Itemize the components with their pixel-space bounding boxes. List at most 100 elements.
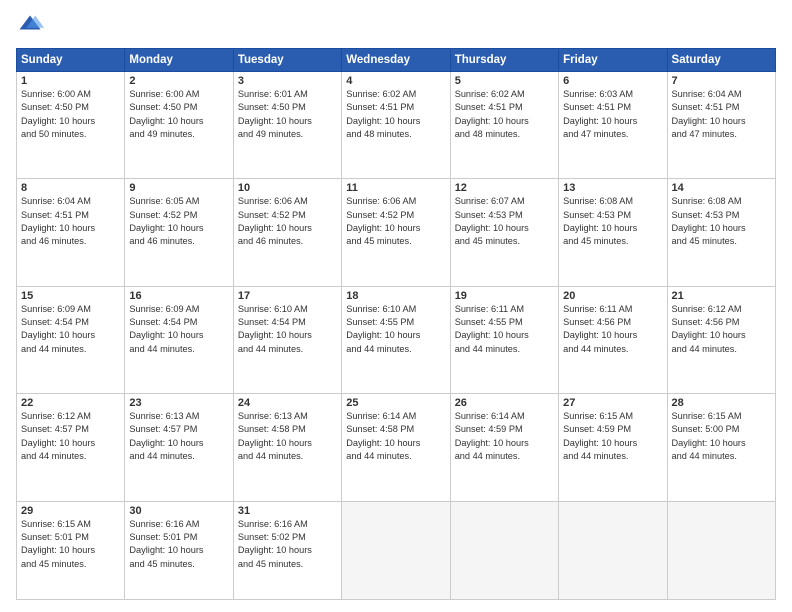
- day-number: 12: [455, 182, 554, 194]
- col-header-thursday: Thursday: [450, 49, 558, 72]
- day-detail: Sunrise: 6:13 AMSunset: 4:57 PMDaylight:…: [129, 410, 228, 463]
- day-cell: 28Sunrise: 6:15 AMSunset: 5:00 PMDayligh…: [667, 394, 775, 501]
- day-number: 13: [563, 182, 662, 194]
- day-detail: Sunrise: 6:07 AMSunset: 4:53 PMDaylight:…: [455, 195, 554, 248]
- day-cell: 12Sunrise: 6:07 AMSunset: 4:53 PMDayligh…: [450, 179, 558, 286]
- day-number: 18: [346, 290, 445, 302]
- day-cell: 27Sunrise: 6:15 AMSunset: 4:59 PMDayligh…: [559, 394, 667, 501]
- week-row-5: 29Sunrise: 6:15 AMSunset: 5:01 PMDayligh…: [17, 501, 776, 600]
- day-number: 17: [238, 290, 337, 302]
- day-number: 16: [129, 290, 228, 302]
- day-detail: Sunrise: 6:00 AMSunset: 4:50 PMDaylight:…: [21, 88, 120, 141]
- day-number: 19: [455, 290, 554, 302]
- day-number: 21: [672, 290, 771, 302]
- day-detail: Sunrise: 6:02 AMSunset: 4:51 PMDaylight:…: [455, 88, 554, 141]
- day-number: 26: [455, 397, 554, 409]
- calendar-table: SundayMondayTuesdayWednesdayThursdayFrid…: [16, 48, 776, 600]
- day-number: 8: [21, 182, 120, 194]
- day-number: 9: [129, 182, 228, 194]
- logo-icon: [16, 12, 44, 40]
- day-number: 1: [21, 75, 120, 87]
- day-detail: Sunrise: 6:14 AMSunset: 4:59 PMDaylight:…: [455, 410, 554, 463]
- day-detail: Sunrise: 6:09 AMSunset: 4:54 PMDaylight:…: [21, 303, 120, 356]
- col-header-monday: Monday: [125, 49, 233, 72]
- day-detail: Sunrise: 6:16 AMSunset: 5:01 PMDaylight:…: [129, 518, 228, 571]
- day-detail: Sunrise: 6:15 AMSunset: 5:01 PMDaylight:…: [21, 518, 120, 571]
- day-number: 22: [21, 397, 120, 409]
- day-detail: Sunrise: 6:12 AMSunset: 4:56 PMDaylight:…: [672, 303, 771, 356]
- day-cell: 7Sunrise: 6:04 AMSunset: 4:51 PMDaylight…: [667, 72, 775, 179]
- day-number: 27: [563, 397, 662, 409]
- day-cell: 4Sunrise: 6:02 AMSunset: 4:51 PMDaylight…: [342, 72, 450, 179]
- col-header-wednesday: Wednesday: [342, 49, 450, 72]
- day-number: 11: [346, 182, 445, 194]
- col-header-friday: Friday: [559, 49, 667, 72]
- day-cell: 29Sunrise: 6:15 AMSunset: 5:01 PMDayligh…: [17, 501, 125, 600]
- day-cell: 3Sunrise: 6:01 AMSunset: 4:50 PMDaylight…: [233, 72, 341, 179]
- day-detail: Sunrise: 6:00 AMSunset: 4:50 PMDaylight:…: [129, 88, 228, 141]
- day-detail: Sunrise: 6:13 AMSunset: 4:58 PMDaylight:…: [238, 410, 337, 463]
- day-cell: 16Sunrise: 6:09 AMSunset: 4:54 PMDayligh…: [125, 286, 233, 393]
- day-cell: 9Sunrise: 6:05 AMSunset: 4:52 PMDaylight…: [125, 179, 233, 286]
- day-number: 5: [455, 75, 554, 87]
- day-detail: Sunrise: 6:10 AMSunset: 4:55 PMDaylight:…: [346, 303, 445, 356]
- week-row-2: 8Sunrise: 6:04 AMSunset: 4:51 PMDaylight…: [17, 179, 776, 286]
- day-detail: Sunrise: 6:12 AMSunset: 4:57 PMDaylight:…: [21, 410, 120, 463]
- col-header-sunday: Sunday: [17, 49, 125, 72]
- day-number: 20: [563, 290, 662, 302]
- day-number: 28: [672, 397, 771, 409]
- day-cell: 5Sunrise: 6:02 AMSunset: 4:51 PMDaylight…: [450, 72, 558, 179]
- col-header-tuesday: Tuesday: [233, 49, 341, 72]
- day-cell: [342, 501, 450, 600]
- day-detail: Sunrise: 6:08 AMSunset: 4:53 PMDaylight:…: [563, 195, 662, 248]
- day-detail: Sunrise: 6:06 AMSunset: 4:52 PMDaylight:…: [238, 195, 337, 248]
- day-cell: 17Sunrise: 6:10 AMSunset: 4:54 PMDayligh…: [233, 286, 341, 393]
- week-row-1: 1Sunrise: 6:00 AMSunset: 4:50 PMDaylight…: [17, 72, 776, 179]
- day-cell: 22Sunrise: 6:12 AMSunset: 4:57 PMDayligh…: [17, 394, 125, 501]
- day-cell: 20Sunrise: 6:11 AMSunset: 4:56 PMDayligh…: [559, 286, 667, 393]
- day-cell: [559, 501, 667, 600]
- day-cell: 25Sunrise: 6:14 AMSunset: 4:58 PMDayligh…: [342, 394, 450, 501]
- day-cell: 2Sunrise: 6:00 AMSunset: 4:50 PMDaylight…: [125, 72, 233, 179]
- day-detail: Sunrise: 6:11 AMSunset: 4:56 PMDaylight:…: [563, 303, 662, 356]
- day-cell: 14Sunrise: 6:08 AMSunset: 4:53 PMDayligh…: [667, 179, 775, 286]
- day-cell: 23Sunrise: 6:13 AMSunset: 4:57 PMDayligh…: [125, 394, 233, 501]
- day-detail: Sunrise: 6:16 AMSunset: 5:02 PMDaylight:…: [238, 518, 337, 571]
- day-number: 15: [21, 290, 120, 302]
- header: [16, 12, 776, 40]
- day-cell: 8Sunrise: 6:04 AMSunset: 4:51 PMDaylight…: [17, 179, 125, 286]
- week-row-4: 22Sunrise: 6:12 AMSunset: 4:57 PMDayligh…: [17, 394, 776, 501]
- day-number: 7: [672, 75, 771, 87]
- day-number: 10: [238, 182, 337, 194]
- day-detail: Sunrise: 6:11 AMSunset: 4:55 PMDaylight:…: [455, 303, 554, 356]
- day-cell: 10Sunrise: 6:06 AMSunset: 4:52 PMDayligh…: [233, 179, 341, 286]
- day-number: 23: [129, 397, 228, 409]
- day-number: 3: [238, 75, 337, 87]
- header-row: SundayMondayTuesdayWednesdayThursdayFrid…: [17, 49, 776, 72]
- day-cell: 19Sunrise: 6:11 AMSunset: 4:55 PMDayligh…: [450, 286, 558, 393]
- day-number: 30: [129, 505, 228, 517]
- day-detail: Sunrise: 6:05 AMSunset: 4:52 PMDaylight:…: [129, 195, 228, 248]
- day-number: 24: [238, 397, 337, 409]
- day-number: 25: [346, 397, 445, 409]
- day-cell: 21Sunrise: 6:12 AMSunset: 4:56 PMDayligh…: [667, 286, 775, 393]
- day-cell: [667, 501, 775, 600]
- week-row-3: 15Sunrise: 6:09 AMSunset: 4:54 PMDayligh…: [17, 286, 776, 393]
- day-detail: Sunrise: 6:04 AMSunset: 4:51 PMDaylight:…: [21, 195, 120, 248]
- day-cell: 24Sunrise: 6:13 AMSunset: 4:58 PMDayligh…: [233, 394, 341, 501]
- col-header-saturday: Saturday: [667, 49, 775, 72]
- day-number: 29: [21, 505, 120, 517]
- day-cell: 26Sunrise: 6:14 AMSunset: 4:59 PMDayligh…: [450, 394, 558, 501]
- day-cell: 31Sunrise: 6:16 AMSunset: 5:02 PMDayligh…: [233, 501, 341, 600]
- day-number: 31: [238, 505, 337, 517]
- day-detail: Sunrise: 6:15 AMSunset: 5:00 PMDaylight:…: [672, 410, 771, 463]
- day-detail: Sunrise: 6:04 AMSunset: 4:51 PMDaylight:…: [672, 88, 771, 141]
- day-number: 6: [563, 75, 662, 87]
- day-detail: Sunrise: 6:02 AMSunset: 4:51 PMDaylight:…: [346, 88, 445, 141]
- day-detail: Sunrise: 6:15 AMSunset: 4:59 PMDaylight:…: [563, 410, 662, 463]
- day-detail: Sunrise: 6:10 AMSunset: 4:54 PMDaylight:…: [238, 303, 337, 356]
- day-cell: 11Sunrise: 6:06 AMSunset: 4:52 PMDayligh…: [342, 179, 450, 286]
- day-number: 4: [346, 75, 445, 87]
- day-cell: 18Sunrise: 6:10 AMSunset: 4:55 PMDayligh…: [342, 286, 450, 393]
- day-detail: Sunrise: 6:14 AMSunset: 4:58 PMDaylight:…: [346, 410, 445, 463]
